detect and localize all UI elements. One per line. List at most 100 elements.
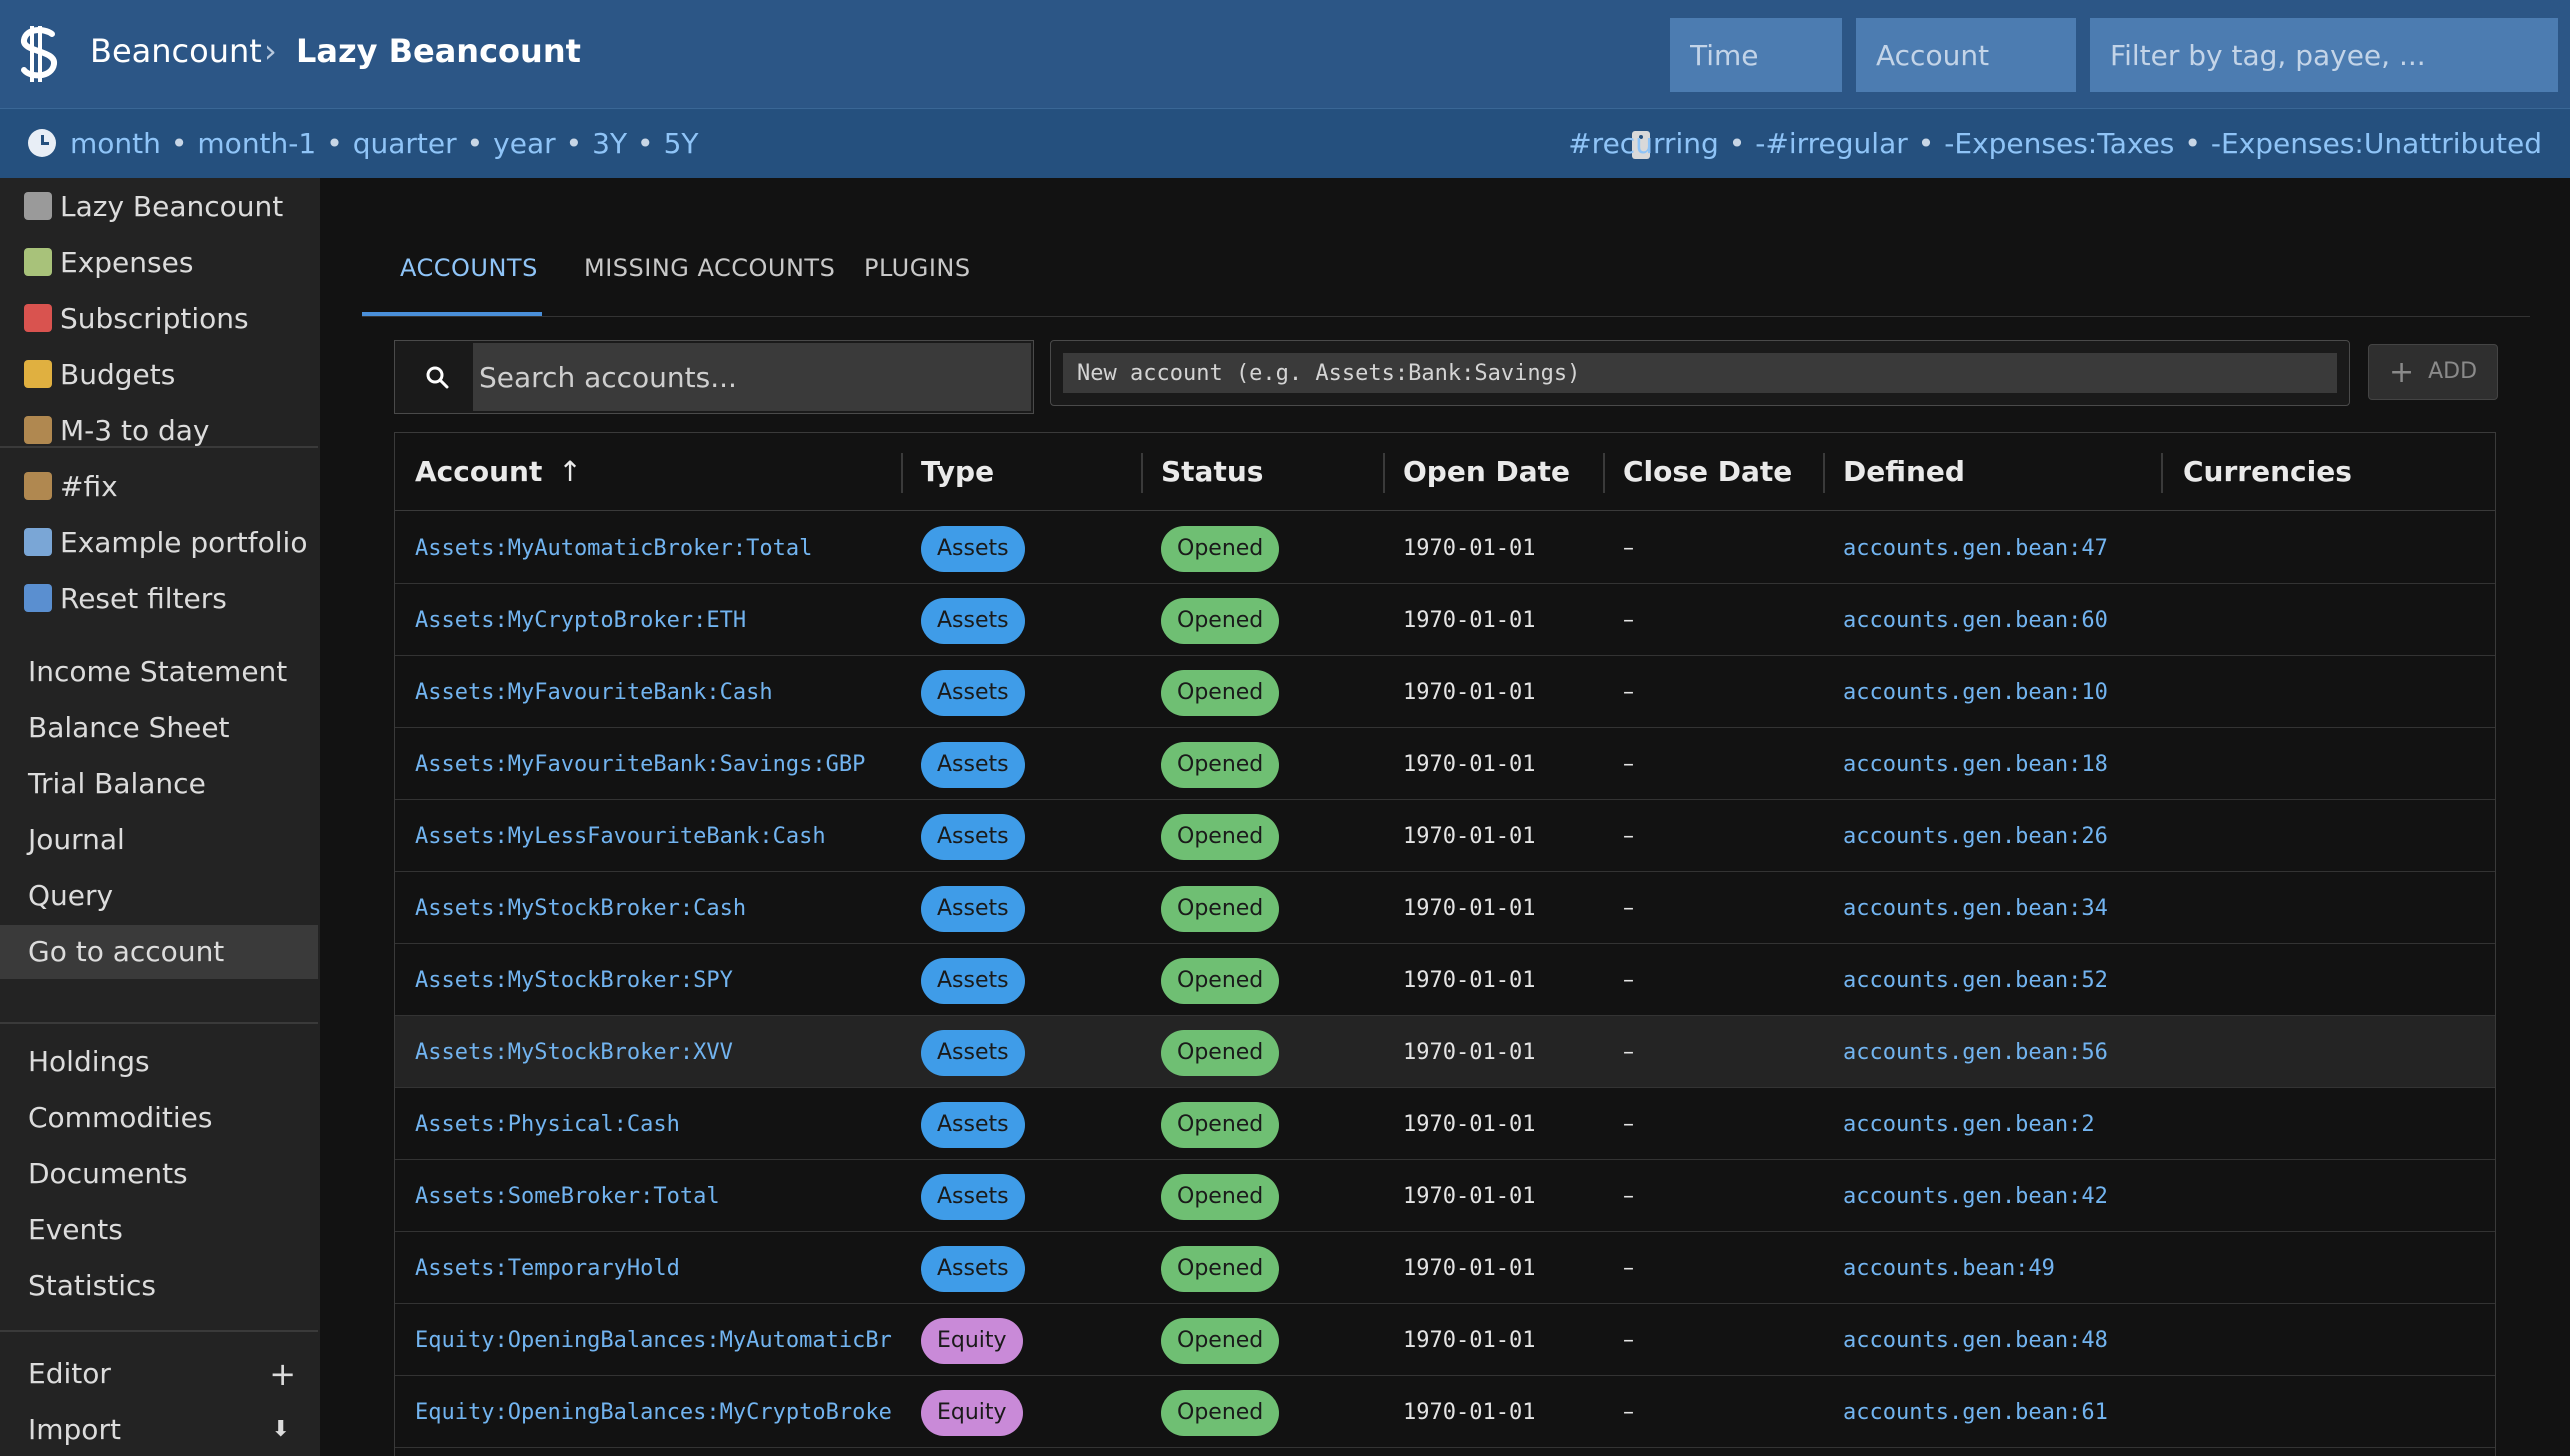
sidebar-item[interactable]: Subscriptions [0, 292, 318, 346]
new-account-input[interactable] [1063, 353, 2337, 393]
defined-link[interactable]: accounts.bean:49 [1843, 1256, 2055, 1281]
column-header-close-date[interactable]: Close Date [1623, 455, 1792, 488]
time-link[interactable]: quarter [353, 127, 457, 160]
account-link[interactable]: Assets:MyCryptoBroker:ETH [415, 608, 899, 633]
tag-payee-filter-input[interactable] [2090, 18, 2558, 92]
column-header-type[interactable]: Type [921, 455, 994, 488]
column-header-open-date[interactable]: Open Date [1403, 455, 1570, 488]
defined-link[interactable]: accounts.gen.bean:18 [1843, 752, 2108, 777]
open-date: 1970-01-01 [1403, 896, 1536, 921]
table-row[interactable]: Assets:SomeBroker:Total Assets Opened 1970-… [395, 1160, 2495, 1232]
sidebar-item[interactable]: Commodities [0, 1091, 318, 1145]
column-header-status[interactable]: Status [1161, 455, 1263, 488]
sidebar-item[interactable]: Statistics [0, 1259, 318, 1313]
sidebar-item[interactable]: Import ⬇ [0, 1403, 318, 1456]
column-header-account[interactable]: Account ↑ [415, 455, 582, 488]
defined-link[interactable]: accounts.gen.bean:48 [1843, 1328, 2108, 1353]
table-row[interactable]: Assets:MyAutomaticBroker:Total Assets Open… [395, 512, 2495, 584]
type-badge: Assets [921, 814, 1025, 860]
table-row[interactable]: Equity:OpeningBalances:MyAutomaticBr Equi… [395, 1304, 2495, 1376]
search-accounts-input[interactable] [473, 343, 1031, 411]
sidebar-item[interactable]: Lazy Beancount [0, 180, 318, 234]
table-row[interactable]: Assets:MyStockBroker:SPY Assets Opened 1970… [395, 944, 2495, 1016]
plus-icon[interactable]: + [269, 1347, 296, 1401]
breadcrumb-current[interactable]: Lazy Beancount [296, 32, 581, 70]
sidebar-item[interactable]: Trial Balance [0, 757, 318, 811]
tag-link[interactable]: -Expenses:Taxes [1944, 127, 2174, 160]
sidebar-item[interactable]: M-3 to day [0, 404, 318, 458]
defined-link[interactable]: accounts.gen.bean:47 [1843, 536, 2108, 561]
close-date: – [1623, 1256, 1634, 1281]
account-link[interactable]: Assets:MyFavouriteBank:Cash [415, 680, 899, 705]
defined-link[interactable]: accounts.gen.bean:34 [1843, 896, 2108, 921]
time-link[interactable]: 3Y [592, 127, 627, 160]
type-cell: Assets [921, 598, 1025, 644]
time-link[interactable]: month [70, 127, 161, 160]
column-header-defined[interactable]: Defined [1843, 455, 1965, 488]
sidebar-item[interactable]: #fix [0, 460, 318, 514]
tag-link[interactable]: -#irregular [1755, 127, 1907, 160]
account-link[interactable]: Assets:SomeBroker:Total [415, 1184, 899, 1209]
time-filter-input[interactable] [1670, 18, 1842, 92]
table-row[interactable]: Assets:MyFavouriteBank:Savings:GBP Assets… [395, 728, 2495, 800]
tag-link[interactable]: -Expenses:Unattributed [2211, 127, 2542, 160]
sidebar-item[interactable]: Balance Sheet [0, 701, 318, 755]
sidebar-item[interactable]: Budgets [0, 348, 318, 402]
sidebar-item[interactable]: Reset filters [0, 572, 318, 626]
column-divider [1603, 453, 1605, 493]
table-row[interactable]: Assets:MyStockBroker:XVV Assets Opened 1970… [395, 1016, 2495, 1088]
table-row[interactable]: Assets:MyCryptoBroker:ETH Assets Opened 197… [395, 584, 2495, 656]
sidebar-item[interactable]: Income Statement [0, 645, 318, 699]
table-row[interactable]: Assets:TemporaryHold Assets Opened 1970-01-… [395, 1232, 2495, 1304]
add-account-button[interactable]: + ADD [2368, 344, 2498, 400]
download-icon[interactable]: ⬇ [272, 1403, 290, 1456]
open-date: 1970-01-01 [1403, 680, 1536, 705]
sidebar-item[interactable]: Query [0, 869, 318, 923]
sidebar-item[interactable]: Documents [0, 1147, 318, 1201]
account-link[interactable]: Assets:MyLessFavouriteBank:Cash [415, 824, 899, 849]
table-row[interactable]: Assets:MyLessFavouriteBank:Cash Assets Ope… [395, 800, 2495, 872]
sidebar-item[interactable]: Holdings [0, 1035, 318, 1089]
defined-link[interactable]: accounts.gen.bean:10 [1843, 680, 2108, 705]
table-row[interactable]: Assets:MyFavouriteBank:Cash Assets Opened 1… [395, 656, 2495, 728]
defined-link[interactable]: accounts.gen.bean:61 [1843, 1400, 2108, 1425]
beancount-logo-icon[interactable] [14, 24, 66, 84]
table-row[interactable]: Equity:OpeningBalances:MyCryptoBroke Equi… [395, 1376, 2495, 1448]
account-link[interactable]: Equity:OpeningBalances:MyCryptoBroke [415, 1400, 899, 1425]
sidebar-item[interactable]: Go to account [0, 925, 318, 979]
time-link[interactable]: year [493, 127, 555, 160]
tag-link[interactable]: #recurring [1568, 127, 1719, 160]
account-link[interactable]: Assets:MyFavouriteBank:Savings:GBP [415, 752, 899, 777]
tab-accounts[interactable]: ACCOUNTS [400, 254, 538, 282]
sidebar-item[interactable]: Events [0, 1203, 318, 1257]
tab-plugins[interactable]: PLUGINS [864, 254, 971, 282]
sidebar-item[interactable]: Editor + [0, 1347, 318, 1401]
breadcrumb-root[interactable]: Beancount [90, 32, 262, 70]
table-row[interactable]: Assets:MyStockBroker:Cash Assets Opened 197… [395, 872, 2495, 944]
sidebar-item[interactable]: Example portfolio [0, 516, 318, 570]
sidebar-item[interactable]: Journal [0, 813, 318, 867]
account-link[interactable]: Equity:OpeningBalances:MyAutomaticBr [415, 1328, 899, 1353]
time-link[interactable]: 5Y [664, 127, 699, 160]
close-date: – [1623, 608, 1634, 633]
defined-link[interactable]: accounts.gen.bean:42 [1843, 1184, 2108, 1209]
defined-link[interactable]: accounts.gen.bean:2 [1843, 1112, 2095, 1137]
defined-link[interactable]: accounts.gen.bean:56 [1843, 1040, 2108, 1065]
defined-link[interactable]: accounts.gen.bean:60 [1843, 608, 2108, 633]
account-filter-input[interactable] [1856, 18, 2076, 92]
type-cell: Equity [921, 1318, 1023, 1364]
table-row[interactable]: Assets:Physical:Cash Assets Opened 1970-01-… [395, 1088, 2495, 1160]
account-link[interactable]: Assets:MyStockBroker:SPY [415, 968, 899, 993]
defined-link[interactable]: accounts.gen.bean:52 [1843, 968, 2108, 993]
sidebar-item-label: Subscriptions [60, 302, 249, 335]
time-link[interactable]: month-1 [197, 127, 316, 160]
account-link[interactable]: Assets:Physical:Cash [415, 1112, 899, 1137]
account-link[interactable]: Assets:MyStockBroker:XVV [415, 1040, 899, 1065]
sidebar-item[interactable]: Expenses [0, 236, 318, 290]
column-header-currencies[interactable]: Currencies [2183, 455, 2352, 488]
defined-link[interactable]: accounts.gen.bean:26 [1843, 824, 2108, 849]
account-link[interactable]: Assets:TemporaryHold [415, 1256, 899, 1281]
account-link[interactable]: Assets:MyStockBroker:Cash [415, 896, 899, 921]
account-link[interactable]: Assets:MyAutomaticBroker:Total [415, 536, 899, 561]
tab-missing-accounts[interactable]: MISSING ACCOUNTS [584, 254, 835, 282]
